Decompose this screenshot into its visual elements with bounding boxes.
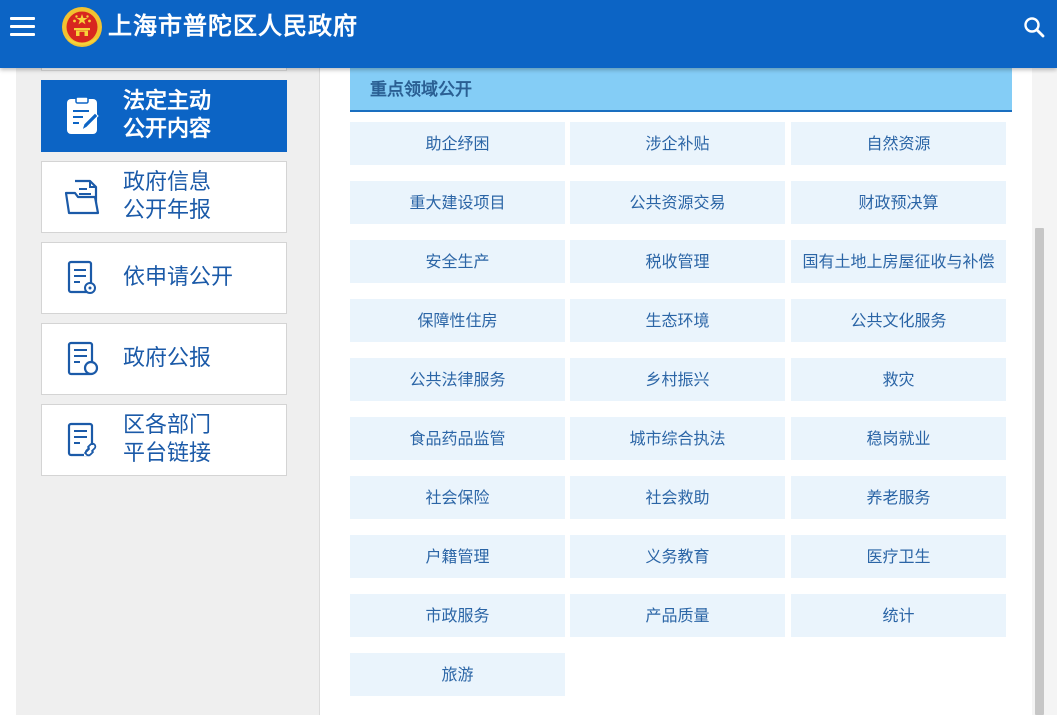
top-header-bar: 上海市普陀区人民政府 [0, 0, 1057, 68]
sidebar-item-department-links[interactable]: 区各部门 平台链接 [41, 404, 287, 476]
main-content: 重点领域公开 助企纾困 涉企补贴 自然资源 重大建设项目 公共资源交易 财政预决… [320, 68, 1032, 715]
sidebar-item-label: 公开年报 [123, 198, 212, 223]
topic-link[interactable]: 乡村振兴 [570, 358, 785, 401]
topic-link[interactable]: 公共文化服务 [791, 299, 1006, 342]
topic-link[interactable]: 义务教育 [570, 535, 785, 578]
sidebar-item-label: 政府公报 [123, 346, 212, 371]
topic-link[interactable]: 保障性住房 [350, 299, 565, 342]
topic-link[interactable]: 稳岗就业 [791, 417, 1006, 460]
document-edit-icon [67, 96, 99, 134]
topic-link[interactable]: 税收管理 [570, 240, 785, 283]
sidebar-item-label: 平台链接 [123, 441, 212, 466]
topic-link[interactable]: 社会救助 [570, 476, 785, 519]
link-document-icon [67, 422, 98, 457]
topic-link[interactable]: 涉企补贴 [570, 122, 785, 165]
sidebar-item-annual-report[interactable]: 政府信息 公开年报 [41, 161, 287, 233]
sidebar-item-label: 法定主动 [123, 89, 212, 114]
topic-link[interactable]: 食品药品监管 [350, 417, 565, 460]
sidebar-item-gazette[interactable]: 政府公报 [41, 323, 287, 395]
sidebar-item-mandatory-disclosure[interactable]: 法定主动 公开内容 [41, 80, 287, 152]
vertical-scrollbar[interactable] [1032, 68, 1057, 715]
topic-link[interactable]: 安全生产 [350, 240, 565, 283]
section-title: 重点领域公开 [370, 80, 472, 100]
topic-link[interactable]: 财政预决算 [791, 181, 1006, 224]
topic-link[interactable]: 公共资源交易 [570, 181, 785, 224]
topic-link[interactable]: 自然资源 [791, 122, 1006, 165]
gazette-icon [67, 341, 99, 376]
topic-link[interactable]: 公共法律服务 [350, 358, 565, 401]
topic-link[interactable]: 重大建设项目 [350, 181, 565, 224]
topic-link[interactable]: 养老服务 [791, 476, 1006, 519]
sidebar-item-label: 政府信息 [123, 170, 212, 195]
topic-link[interactable]: 城市综合执法 [570, 417, 785, 460]
sidebar-item-label: 依申请公开 [123, 265, 234, 290]
topic-link[interactable]: 医疗卫生 [791, 535, 1006, 578]
application-form-icon [67, 260, 96, 294]
sidebar-item-apply-disclosure[interactable]: 依申请公开 [41, 242, 287, 314]
topic-link[interactable]: 户籍管理 [350, 535, 565, 578]
topic-link[interactable]: 产品质量 [570, 594, 785, 637]
hamburger-menu-icon[interactable] [10, 14, 36, 40]
topic-link[interactable]: 国有土地上房屋征收与补偿 [791, 240, 1006, 283]
topic-link[interactable]: 助企纾困 [350, 122, 565, 165]
national-emblem-icon [62, 7, 102, 47]
topic-link[interactable]: 救灾 [791, 358, 1006, 401]
topic-link[interactable]: 生态环境 [570, 299, 785, 342]
sidebar-item-label: 区各部门 [123, 413, 212, 438]
scrollbar-thumb[interactable] [1035, 228, 1044, 715]
report-folder-icon [64, 179, 100, 215]
topic-link[interactable]: 市政服务 [350, 594, 565, 637]
sidebar-item-label: 公开内容 [123, 117, 212, 142]
section-header: 重点领域公开 [350, 68, 1012, 112]
topic-link[interactable]: 旅游 [350, 653, 565, 696]
site-title[interactable]: 上海市普陀区人民政府 [108, 8, 358, 44]
topic-link[interactable]: 统计 [791, 594, 1006, 637]
topic-link[interactable]: 社会保险 [350, 476, 565, 519]
search-icon[interactable] [1023, 16, 1045, 38]
